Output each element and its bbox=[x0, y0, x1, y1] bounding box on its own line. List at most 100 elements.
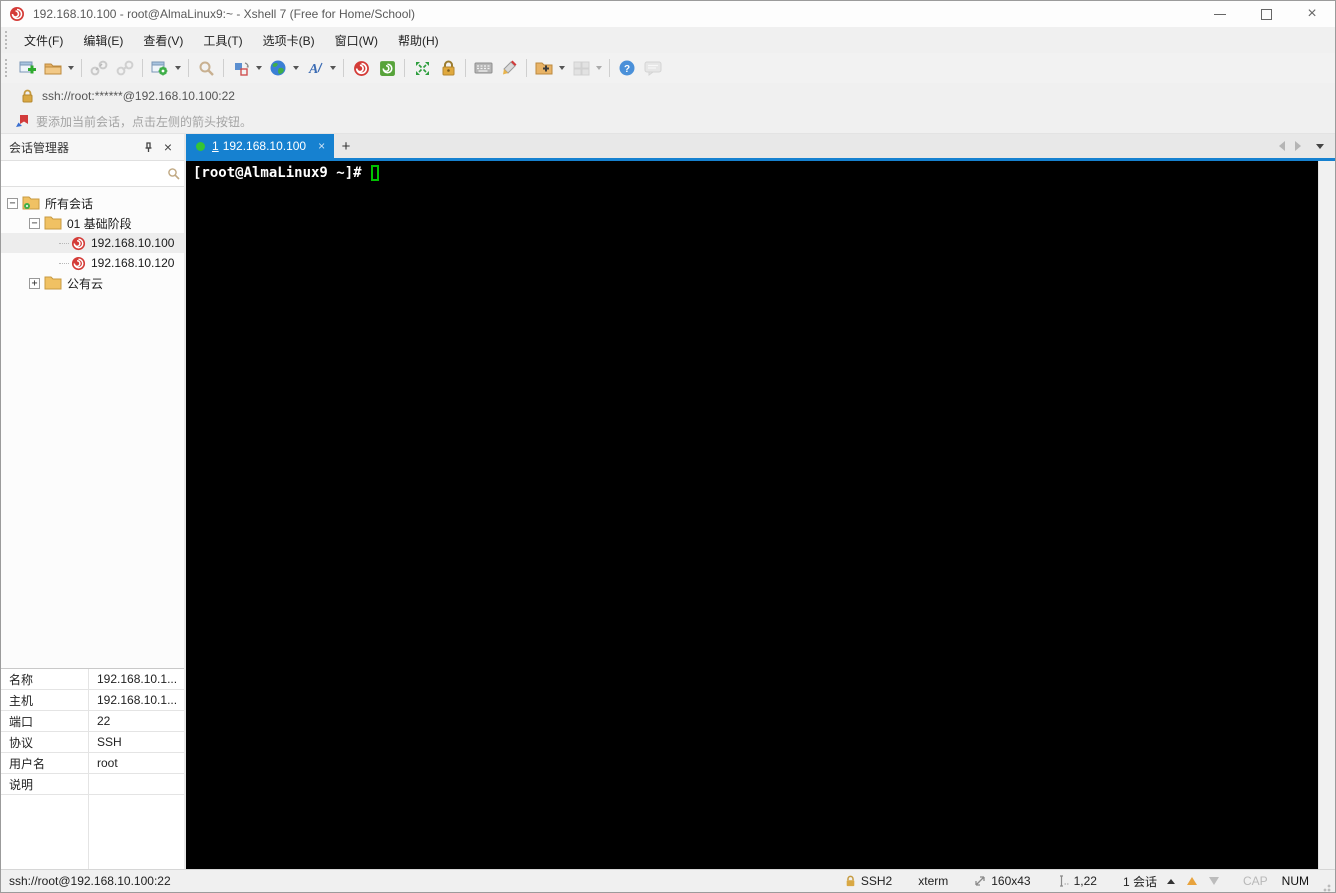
scroll-down-icon[interactable] bbox=[1208, 877, 1219, 885]
status-caps-lock: CAP bbox=[1242, 874, 1268, 888]
tab-scroll-left-icon[interactable] bbox=[1279, 141, 1285, 151]
tree-node-folder-cloud[interactable]: + 公有云 bbox=[1, 273, 184, 293]
collapse-icon[interactable]: − bbox=[29, 217, 40, 229]
lock-screen-icon[interactable] bbox=[436, 56, 460, 80]
status-bar: ssh://root@192.168.10.100:22 SSH2 xterm … bbox=[1, 869, 1335, 892]
font-icon[interactable]: A bbox=[303, 56, 327, 80]
new-folder-dropdown[interactable] bbox=[559, 66, 565, 70]
menu-file[interactable]: 文件(F) bbox=[14, 28, 73, 53]
disconnect-icon bbox=[87, 56, 111, 80]
tab-index: 1 bbox=[212, 139, 219, 153]
svg-text:?: ? bbox=[624, 64, 630, 75]
session-properties-icon[interactable] bbox=[148, 56, 172, 80]
pin-icon[interactable] bbox=[138, 137, 158, 157]
tab-session-100[interactable]: 1 192.168.10.100 × bbox=[186, 134, 334, 158]
property-row-name: 名称 192.168.10.1... bbox=[1, 669, 184, 690]
menu-window[interactable]: 窗口(W) bbox=[325, 28, 388, 53]
session-list-caret-icon[interactable] bbox=[1166, 878, 1175, 884]
open-session-dropdown[interactable] bbox=[68, 66, 74, 70]
session-manager-header: 会话管理器 × bbox=[1, 134, 184, 161]
tab-close-icon[interactable]: × bbox=[318, 139, 325, 153]
status-num-lock: NUM bbox=[1281, 874, 1309, 888]
web-icon[interactable] bbox=[266, 56, 290, 80]
property-row-description: 说明 bbox=[1, 774, 184, 795]
tab-bar: 1 192.168.10.100 × + bbox=[186, 134, 1335, 158]
close-panel-icon[interactable]: × bbox=[158, 137, 178, 157]
session-search-input[interactable] bbox=[5, 163, 167, 184]
highlight-pen-icon[interactable] bbox=[497, 56, 521, 80]
status-terminal-size: 160x43 bbox=[974, 874, 1031, 888]
status-cursor-position: 1,22 bbox=[1057, 874, 1097, 888]
help-icon[interactable]: ? bbox=[615, 56, 639, 80]
close-button[interactable]: × bbox=[1289, 1, 1335, 27]
terminal-screen[interactable]: [root@AlmaLinux9 ~]# bbox=[186, 161, 1318, 869]
lock-icon bbox=[846, 875, 855, 886]
resize-grip[interactable] bbox=[1319, 880, 1331, 892]
scroll-up-icon[interactable] bbox=[1186, 877, 1197, 885]
lock-icon bbox=[22, 89, 33, 102]
xftp-icon[interactable] bbox=[375, 56, 399, 80]
session-icon bbox=[71, 256, 86, 271]
add-session-flag-icon bbox=[16, 114, 28, 127]
toolbar: A ? bbox=[1, 53, 1335, 83]
find-icon[interactable] bbox=[194, 56, 218, 80]
menu-help[interactable]: 帮助(H) bbox=[388, 28, 449, 53]
font-dropdown[interactable] bbox=[330, 66, 336, 70]
menubar-grip[interactable] bbox=[5, 31, 10, 49]
property-row-port: 端口 22 bbox=[1, 711, 184, 732]
compose-pane-dropdown[interactable] bbox=[256, 66, 262, 70]
menu-bar: 文件(F) 编辑(E) 查看(V) 工具(T) 选项卡(B) 窗口(W) 帮助(… bbox=[1, 27, 1335, 53]
new-session-icon[interactable] bbox=[15, 56, 39, 80]
reconnect-icon bbox=[113, 56, 137, 80]
info-message: 要添加当前会话，点击左侧的箭头按钮。 bbox=[36, 114, 253, 129]
property-row-username: 用户名 root bbox=[1, 753, 184, 774]
collapse-icon[interactable]: − bbox=[7, 197, 18, 209]
minimize-button[interactable] bbox=[1197, 1, 1243, 27]
terminal-scrollbar[interactable] bbox=[1318, 161, 1335, 869]
compose-pane-icon[interactable] bbox=[229, 56, 253, 80]
property-row-host: 主机 192.168.10.1... bbox=[1, 690, 184, 711]
search-icon bbox=[168, 168, 180, 180]
svg-text:A: A bbox=[308, 62, 318, 76]
title-bar: 192.168.10.100 - root@AlmaLinux9:~ - Xsh… bbox=[1, 1, 1335, 27]
menu-edit[interactable]: 编辑(E) bbox=[73, 28, 133, 53]
tile-windows-dropdown bbox=[596, 66, 602, 70]
cursor-position-icon bbox=[1059, 875, 1069, 887]
session-search[interactable] bbox=[1, 161, 184, 187]
address-url[interactable]: ssh://root:******@192.168.10.100:22 bbox=[42, 89, 235, 103]
tree-node-session-100[interactable]: 192.168.10.100 bbox=[1, 233, 184, 253]
expand-icon[interactable]: + bbox=[29, 277, 40, 289]
xshell-icon[interactable] bbox=[349, 56, 373, 80]
tab-list-dropdown-icon[interactable] bbox=[1316, 143, 1324, 149]
open-session-icon[interactable] bbox=[41, 56, 65, 80]
sessions-root-folder-icon bbox=[22, 196, 40, 210]
fullscreen-icon[interactable] bbox=[410, 56, 434, 80]
session-properties-table: 名称 192.168.10.1... 主机 192.168.10.1... 端口… bbox=[1, 668, 184, 869]
tree-node-all-sessions[interactable]: − 所有会话 bbox=[1, 193, 184, 213]
status-session-count[interactable]: 1 会话 bbox=[1123, 873, 1175, 890]
tile-windows-icon bbox=[569, 56, 593, 80]
resize-icon bbox=[975, 876, 985, 886]
new-folder-icon[interactable] bbox=[532, 56, 556, 80]
shell-prompt: [root@AlmaLinux9 ~]# bbox=[193, 165, 371, 181]
web-dropdown[interactable] bbox=[293, 66, 299, 70]
status-protocol: SSH2 bbox=[845, 874, 892, 888]
tree-node-folder-basic[interactable]: − 01 基础阶段 bbox=[1, 213, 184, 233]
folder-icon bbox=[44, 216, 62, 230]
virtual-keyboard-icon[interactable] bbox=[471, 56, 495, 80]
session-manager-title: 会话管理器 bbox=[9, 140, 70, 155]
tab-scroll-right-icon[interactable] bbox=[1295, 141, 1301, 151]
menu-view[interactable]: 查看(V) bbox=[133, 28, 193, 53]
toolbar-grip[interactable] bbox=[5, 59, 10, 77]
info-bar: 要添加当前会话，点击左侧的箭头按钮。 bbox=[1, 109, 1335, 134]
tab-host: 192.168.10.100 bbox=[222, 139, 307, 153]
session-tree: − 所有会话 − 01 基础阶段 192.168.10.100 192.168.… bbox=[1, 187, 184, 668]
new-tab-button[interactable]: + bbox=[334, 134, 358, 158]
session-manager-panel: 会话管理器 × − 所有会话 − 01 基础阶段 192.168.10.100 … bbox=[1, 134, 186, 869]
menu-tools[interactable]: 工具(T) bbox=[193, 28, 252, 53]
tree-node-session-120[interactable]: 192.168.10.120 bbox=[1, 253, 184, 273]
menu-tabs[interactable]: 选项卡(B) bbox=[253, 28, 325, 53]
address-bar[interactable]: ssh://root:******@192.168.10.100:22 bbox=[1, 83, 1335, 109]
maximize-button[interactable] bbox=[1243, 1, 1289, 27]
session-properties-dropdown[interactable] bbox=[175, 66, 181, 70]
